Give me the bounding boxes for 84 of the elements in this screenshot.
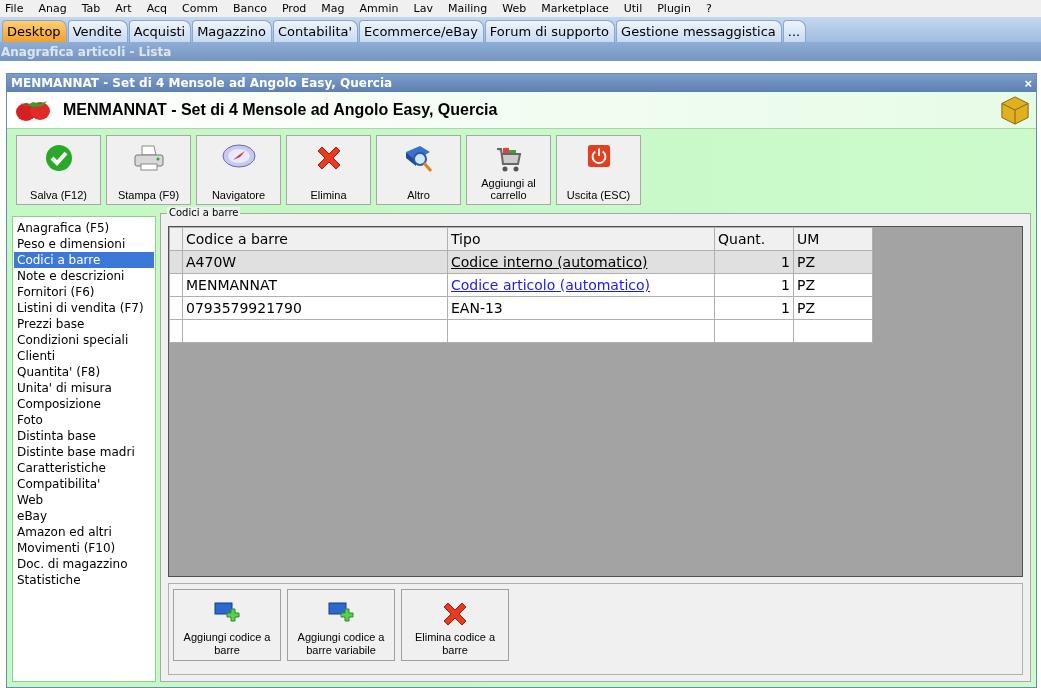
sidebar-item[interactable]: Movimenti (F10) bbox=[14, 540, 154, 556]
tab[interactable]: Magazzino bbox=[192, 20, 272, 42]
sidebar-item[interactable]: Caratteristiche bbox=[14, 460, 154, 476]
sidebar-item[interactable]: Peso e dimensioni bbox=[14, 236, 154, 252]
cross-icon bbox=[441, 600, 469, 628]
menu-item[interactable]: Art bbox=[115, 2, 141, 15]
menu-item[interactable]: Comm bbox=[182, 2, 227, 15]
menu-item[interactable]: Prod bbox=[281, 2, 316, 15]
toolbar-button[interactable]: Elimina bbox=[286, 135, 371, 205]
window-title: MENMANNAT - Set di 4 Mensole ad Angolo Easy, Quercia bbox=[11, 76, 393, 90]
sidebar-item[interactable]: Distinta base bbox=[14, 428, 154, 444]
tab[interactable]: Contabilita' bbox=[273, 20, 359, 42]
power-icon bbox=[586, 144, 611, 168]
item-heading: MENMANNAT - Set di 4 Mensole ad Angolo Easy, Quercia bbox=[63, 101, 499, 119]
table-cell: EAN-13 bbox=[451, 300, 503, 316]
action-button[interactable]: Elimina codice a barre bbox=[401, 589, 509, 661]
toolbar-button[interactable]: Uscita (ESC) bbox=[556, 135, 641, 205]
menu-item[interactable]: Util bbox=[623, 2, 652, 15]
tab[interactable]: Ecommerce/eBay bbox=[359, 20, 484, 42]
toolbar-button[interactable]: Navigatore bbox=[196, 135, 281, 205]
sidebar-item[interactable]: Foto bbox=[14, 412, 154, 428]
sidebar-item[interactable]: Condizioni speciali bbox=[14, 332, 154, 348]
column-header[interactable]: Codice a barre bbox=[182, 227, 448, 251]
table-cell: MENMANNAT bbox=[182, 273, 448, 297]
sidebar-item[interactable]: Anagrafica (F5) bbox=[14, 220, 154, 236]
toolbar-button[interactable]: Stampa (F9) bbox=[106, 135, 191, 205]
tab[interactable]: Acquisti bbox=[128, 20, 192, 42]
sidebar-item[interactable]: Compatibilita' bbox=[14, 476, 154, 492]
sidebar-item[interactable]: eBay bbox=[14, 508, 154, 524]
menu-item[interactable]: Anag bbox=[38, 2, 76, 15]
table-cell: 0793579921790 bbox=[182, 296, 448, 320]
sidebar-item[interactable]: Doc. di magazzino bbox=[14, 556, 154, 572]
sidebar-item[interactable]: Statistiche bbox=[14, 572, 154, 588]
table-cell: A470W bbox=[182, 250, 448, 274]
table-cell: PZ bbox=[793, 296, 873, 320]
table-cell: PZ bbox=[793, 273, 873, 297]
sidebar-item[interactable]: Web bbox=[14, 492, 154, 508]
sidebar-item[interactable]: Distinte base madri bbox=[14, 444, 154, 460]
sidebar-item[interactable]: Note e descrizioni bbox=[14, 268, 154, 284]
menu-item[interactable]: Marketplace bbox=[541, 2, 618, 15]
tab[interactable]: Vendite bbox=[67, 20, 128, 42]
checkmark-icon bbox=[44, 144, 73, 172]
sidebar-item[interactable]: Prezzi base bbox=[14, 316, 154, 332]
menu-item[interactable]: Web bbox=[502, 2, 536, 15]
action-button[interactable]: Aggiungi codice a barre variabile bbox=[287, 589, 395, 661]
menu-item[interactable]: Acq bbox=[146, 2, 177, 15]
breadcrumb: Anagrafica articoli - Lista bbox=[0, 44, 172, 59]
compass-icon bbox=[221, 144, 256, 168]
group-title: Codici a barre bbox=[167, 207, 241, 218]
sidebar-item[interactable]: Composizione bbox=[14, 396, 154, 412]
menu-item[interactable]: Mailing bbox=[447, 2, 497, 15]
column-header[interactable]: Tipo bbox=[447, 227, 715, 251]
toolbar-button[interactable]: Salva (F12) bbox=[16, 135, 101, 205]
menu-item[interactable]: Mag bbox=[321, 2, 354, 15]
table-cell: 1 bbox=[714, 273, 794, 297]
toolbar-button[interactable]: Altro bbox=[376, 135, 461, 205]
menu-item[interactable]: Banco bbox=[232, 2, 276, 15]
table-cell: 1 bbox=[714, 296, 794, 320]
tab[interactable]: ... bbox=[782, 20, 807, 42]
menu-item[interactable]: ? bbox=[705, 2, 721, 15]
sidebar-item[interactable]: Codici a barre bbox=[14, 252, 154, 268]
menu-item[interactable]: Lav bbox=[413, 2, 442, 15]
sidebar-item[interactable]: Clienti bbox=[14, 348, 154, 364]
add-icon bbox=[328, 600, 354, 622]
column-header[interactable]: UM bbox=[793, 227, 873, 251]
tab[interactable]: Gestione messaggistica bbox=[616, 20, 782, 42]
menu-item[interactable]: Plugin bbox=[657, 2, 700, 15]
tab[interactable]: Forum di supporto bbox=[484, 20, 616, 42]
menu-item[interactable]: File bbox=[5, 2, 33, 15]
tab[interactable]: Desktop bbox=[2, 20, 67, 42]
sidebar-item[interactable]: Listini di vendita (F7) bbox=[14, 300, 154, 316]
menu-item[interactable]: Ammin bbox=[359, 2, 408, 15]
menu-item[interactable]: Tab bbox=[81, 2, 110, 15]
box-icon bbox=[1000, 95, 1030, 125]
sidebar-item[interactable]: Quantita' (F8) bbox=[14, 364, 154, 380]
column-header[interactable]: Quant. bbox=[714, 227, 794, 251]
action-button[interactable]: Aggiungi codice a barre bbox=[173, 589, 281, 661]
toolbar-button[interactable]: Aggiungi al carrello bbox=[466, 135, 551, 205]
sidebar-item[interactable]: Unita' di misura bbox=[14, 380, 154, 396]
add-icon bbox=[214, 600, 240, 622]
printer-icon bbox=[132, 144, 165, 172]
book-magnifier-icon bbox=[403, 144, 434, 174]
sidebar-item[interactable]: Fornitori (F6) bbox=[14, 284, 154, 300]
sidebar-item[interactable]: Amazon ed altri bbox=[14, 524, 154, 540]
